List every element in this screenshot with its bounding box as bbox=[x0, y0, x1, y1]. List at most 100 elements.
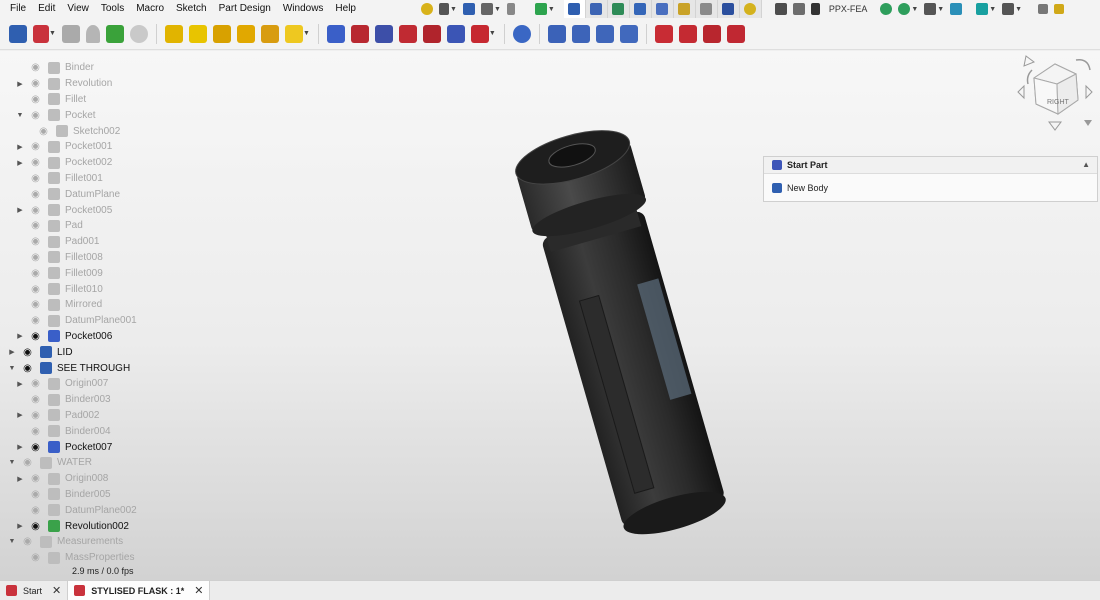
macro-icon[interactable] bbox=[421, 3, 433, 15]
clone-icon[interactable] bbox=[85, 24, 100, 43]
collapse-icon[interactable]: ▲ bbox=[1082, 160, 1090, 169]
image-icon[interactable] bbox=[792, 3, 805, 15]
measure-length-icon[interactable] bbox=[1038, 4, 1049, 14]
close-icon[interactable]: ✕ bbox=[52, 584, 61, 597]
tree-item[interactable]: ◉ Fillet001 bbox=[0, 171, 300, 187]
eye-hidden-icon[interactable]: ◉ bbox=[29, 79, 42, 89]
eye-hidden-icon[interactable]: ◉ bbox=[29, 142, 42, 152]
create-sketch-icon[interactable] bbox=[33, 24, 49, 43]
zoom-out-icon[interactable] bbox=[898, 3, 911, 15]
additive-pipe-icon[interactable] bbox=[236, 24, 255, 43]
eye-hidden-icon[interactable]: ◉ bbox=[29, 284, 42, 294]
tree-item[interactable]: ◉ Binder004 bbox=[0, 423, 300, 439]
eye-hidden-icon[interactable]: ◉ bbox=[29, 237, 42, 247]
menu-macro[interactable]: Macro bbox=[130, 0, 170, 18]
eye-hidden-icon[interactable]: ◉ bbox=[29, 410, 42, 420]
eye-hidden-icon[interactable]: ◉ bbox=[29, 173, 42, 183]
nav-cube-front[interactable] bbox=[1033, 77, 1059, 115]
menu-file[interactable]: File bbox=[0, 0, 32, 18]
eye-hidden-icon[interactable]: ◉ bbox=[21, 537, 34, 547]
chevron-down-icon[interactable]: ▼ bbox=[489, 30, 496, 37]
tree-item[interactable]: ◉ Fillet bbox=[0, 92, 300, 108]
eye-icon[interactable]: ◉ bbox=[21, 363, 34, 373]
tree-item[interactable]: ▶ ◉ Pocket006 bbox=[0, 329, 300, 345]
new-body-link[interactable]: New Body bbox=[787, 183, 828, 193]
eye-hidden-icon[interactable]: ◉ bbox=[29, 268, 42, 278]
eye-hidden-icon[interactable]: ◉ bbox=[29, 252, 42, 262]
tree-item[interactable]: ▶ ◉ Pocket002 bbox=[0, 155, 300, 171]
tree-item[interactable]: ▼ ◉ WATER bbox=[0, 455, 300, 471]
tab-stylised-flask[interactable]: STYLISED FLASK : 1* ✕ bbox=[68, 581, 211, 600]
export-icon[interactable] bbox=[480, 3, 493, 15]
chevron-down-icon[interactable]: ▼ bbox=[937, 6, 944, 13]
zoom-in-icon[interactable] bbox=[880, 3, 893, 15]
std-views-icon[interactable] bbox=[1002, 3, 1015, 15]
polar-pattern-icon[interactable] bbox=[595, 24, 614, 43]
warning-icon[interactable] bbox=[1054, 4, 1065, 14]
tree-item[interactable]: ▶ ◉ Revolution bbox=[0, 76, 300, 92]
pointer-icon[interactable] bbox=[810, 3, 820, 15]
tree-item[interactable]: ◉ Binder003 bbox=[0, 392, 300, 408]
chamfer-icon[interactable] bbox=[678, 24, 697, 43]
workbench-part-design-tab[interactable] bbox=[563, 0, 586, 18]
eye-icon[interactable]: ◉ bbox=[29, 521, 42, 531]
view-iso-icon[interactable] bbox=[924, 3, 937, 15]
tree-item[interactable]: ◉ DatumPlane002 bbox=[0, 502, 300, 518]
navigation-cube[interactable]: RIGHT bbox=[1012, 52, 1098, 134]
expand-down-icon[interactable]: ▼ bbox=[8, 459, 16, 466]
eye-hidden-icon[interactable]: ◉ bbox=[29, 316, 42, 326]
additive-primitive-icon[interactable] bbox=[284, 24, 303, 43]
additive-loft-icon[interactable] bbox=[212, 24, 231, 43]
subtractive-helix-icon[interactable] bbox=[446, 24, 465, 43]
tree-item[interactable]: ▶ ◉ Origin007 bbox=[0, 376, 300, 392]
chevron-down-icon[interactable]: ▼ bbox=[1015, 6, 1022, 13]
expand-down-icon[interactable]: ▼ bbox=[16, 112, 24, 119]
expand-right-icon[interactable]: ▶ bbox=[8, 348, 16, 356]
expand-right-icon[interactable]: ▶ bbox=[16, 443, 24, 451]
subtractive-pipe-icon[interactable] bbox=[422, 24, 441, 43]
menu-edit[interactable]: Edit bbox=[32, 0, 61, 18]
create-body-icon[interactable] bbox=[9, 24, 27, 43]
task-panel-header[interactable]: Start Part ▲ bbox=[764, 157, 1097, 174]
pocket-icon[interactable] bbox=[326, 24, 345, 43]
chevron-down-icon[interactable]: ▼ bbox=[548, 6, 555, 13]
expand-right-icon[interactable]: ▶ bbox=[16, 411, 24, 419]
eye-hidden-icon[interactable]: ◉ bbox=[37, 126, 50, 136]
tree-item[interactable]: ▼ ◉ SEE THROUGH bbox=[0, 360, 300, 376]
tree-item[interactable]: ▶ ◉ Revolution002 bbox=[0, 518, 300, 534]
nav-home-icon[interactable] bbox=[1023, 55, 1036, 67]
folder-icon[interactable] bbox=[462, 3, 475, 15]
menu-part-design[interactable]: Part Design bbox=[213, 0, 277, 18]
tree-item[interactable]: ▶ ◉ Origin008 bbox=[0, 471, 300, 487]
validate-sketch-icon[interactable] bbox=[61, 24, 80, 43]
expand-down-icon[interactable]: ▼ bbox=[8, 365, 16, 372]
measure-icon[interactable] bbox=[439, 3, 449, 15]
chevron-down-icon[interactable]: ▼ bbox=[989, 6, 996, 13]
eye-hidden-icon[interactable]: ◉ bbox=[29, 205, 42, 215]
draft-icon[interactable] bbox=[702, 24, 721, 43]
workbench-assembly-tab[interactable] bbox=[629, 0, 652, 18]
tree-item[interactable]: ▼ ◉ Pocket bbox=[0, 107, 300, 123]
eye-hidden-icon[interactable]: ◉ bbox=[29, 63, 42, 73]
eye-icon[interactable]: ◉ bbox=[29, 331, 42, 341]
pad-icon[interactable] bbox=[164, 24, 183, 43]
tree-item[interactable]: ◉ Binder005 bbox=[0, 487, 300, 503]
tree-item[interactable]: ◉ DatumPlane bbox=[0, 186, 300, 202]
chevron-down-icon[interactable]: ▼ bbox=[911, 6, 918, 13]
revolution-icon[interactable] bbox=[188, 24, 207, 43]
tree-item[interactable]: ◉ Mirrored bbox=[0, 297, 300, 313]
thickness-icon[interactable] bbox=[726, 24, 745, 43]
workbench-spreadsheet-tab[interactable] bbox=[717, 0, 740, 18]
expand-right-icon[interactable]: ▶ bbox=[16, 380, 24, 388]
tree-item[interactable]: ◉ Sketch002 bbox=[0, 123, 300, 139]
nav-down-arrow[interactable] bbox=[1048, 121, 1062, 131]
hole-icon[interactable] bbox=[350, 24, 369, 43]
expand-right-icon[interactable]: ▶ bbox=[16, 475, 24, 483]
tree-item[interactable]: ◉ MassProperties bbox=[0, 550, 300, 566]
chevron-down-icon[interactable]: ▼ bbox=[494, 6, 501, 13]
eye-hidden-icon[interactable]: ◉ bbox=[29, 395, 42, 405]
workbench-fem-tab[interactable] bbox=[673, 0, 696, 18]
workbench-sketcher-tab[interactable] bbox=[607, 0, 630, 18]
expand-down-icon[interactable]: ▼ bbox=[8, 538, 16, 545]
tree-item[interactable]: ▶ ◉ Pocket001 bbox=[0, 139, 300, 155]
